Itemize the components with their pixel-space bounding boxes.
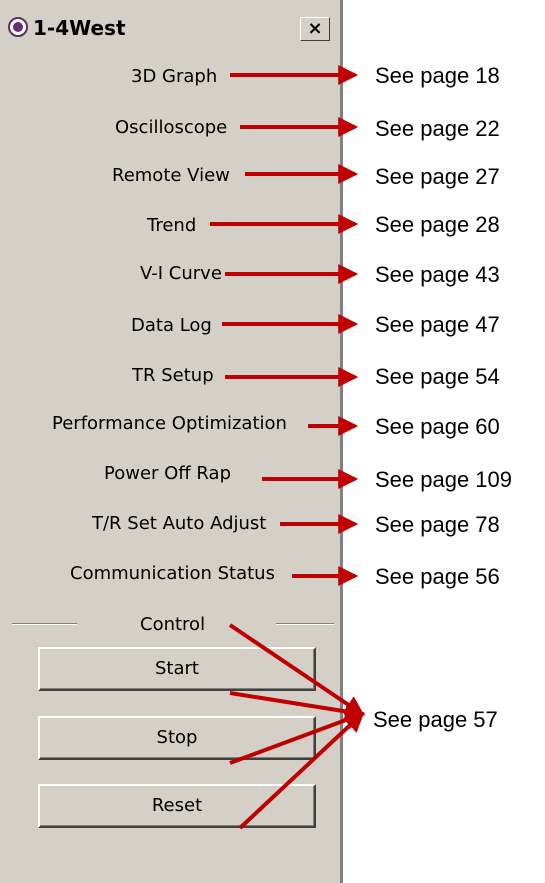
app-icon: [8, 17, 28, 37]
page-ref-remote-view: See page 27: [375, 164, 500, 189]
control-group-label: Control: [140, 614, 206, 635]
page-ref-trend: See page 28: [375, 212, 500, 237]
tools-window: 1-4West × 3D Graph Oscilloscope Remote V…: [0, 0, 343, 883]
page-ref-control: See page 57: [373, 707, 498, 732]
page-ref-3d-graph: See page 18: [375, 63, 500, 88]
reset-button[interactable]: Reset: [38, 784, 316, 828]
separator-right: [276, 623, 334, 625]
stop-button[interactable]: Stop: [38, 716, 316, 760]
page-ref-tr-setup: See page 54: [375, 364, 500, 389]
menu-item-tr-setup[interactable]: TR Setup: [132, 364, 214, 388]
page-ref-tr-set-auto-adjust: See page 78: [375, 512, 500, 537]
page-ref-power-off-rap: See page 109: [375, 467, 513, 492]
menu-item-communication-status[interactable]: Communication Status: [70, 562, 275, 586]
menu-item-tr-set-auto-adjust[interactable]: T/R Set Auto Adjust: [92, 512, 266, 536]
page-ref-oscilloscope: See page 22: [375, 116, 500, 141]
start-button[interactable]: Start: [38, 647, 316, 691]
title-bar[interactable]: 1-4West ×: [3, 10, 337, 46]
menu-item-trend[interactable]: Trend: [147, 214, 196, 238]
window-title: 1-4West: [33, 16, 126, 40]
menu-item-performance-optimization[interactable]: Performance Optimization: [52, 412, 287, 436]
menu-item-3d-graph[interactable]: 3D Graph: [131, 65, 217, 89]
page-ref-communication-status: See page 56: [375, 564, 500, 589]
menu-item-power-off-rap[interactable]: Power Off Rap: [104, 462, 231, 486]
separator-left: [12, 623, 77, 625]
menu-item-remote-view[interactable]: Remote View: [112, 164, 230, 188]
menu-item-vi-curve[interactable]: V-I Curve: [140, 262, 222, 286]
page-ref-performance-optimization: See page 60: [375, 414, 500, 439]
menu-item-data-log[interactable]: Data Log: [131, 314, 212, 338]
close-icon: ×: [307, 18, 323, 39]
page-ref-vi-curve: See page 43: [375, 262, 500, 287]
menu-item-oscilloscope[interactable]: Oscilloscope: [115, 116, 227, 140]
close-button[interactable]: ×: [300, 17, 330, 41]
page-ref-data-log: See page 47: [375, 312, 500, 337]
